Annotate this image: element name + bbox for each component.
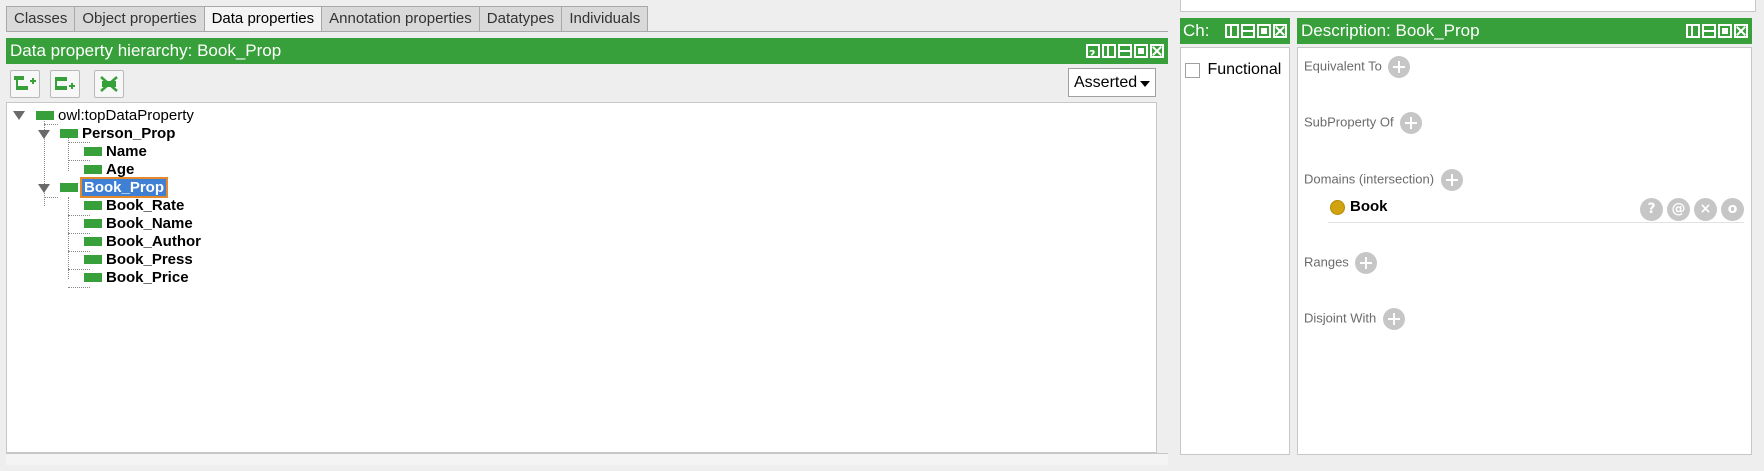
tree-node-root[interactable]: owl:topDataProperty bbox=[36, 107, 194, 125]
add-sibling-property-icon bbox=[55, 77, 75, 90]
tree-node-book-press[interactable]: Book_Press bbox=[84, 251, 193, 269]
domain-entry-label: Book bbox=[1350, 198, 1388, 215]
tree-node-person-prop[interactable]: Person_Prop bbox=[60, 125, 175, 143]
characteristics-header: Ch: bbox=[1180, 18, 1290, 44]
tree-node-book-rate[interactable]: Book_Rate bbox=[84, 197, 184, 215]
ranges-label: Ranges bbox=[1304, 254, 1349, 270]
equivalent-to-section: Equivalent To bbox=[1304, 56, 1411, 78]
tab-divider bbox=[6, 31, 1168, 32]
expand-toggle-icon[interactable] bbox=[13, 111, 25, 120]
data-property-icon bbox=[84, 146, 102, 156]
hierarchy-title: Data property hierarchy: Book_Prop bbox=[10, 41, 282, 60]
tab-bar: Classes Object properties Data propertie… bbox=[6, 6, 649, 32]
tree-node-book-prop[interactable]: Book_Prop bbox=[60, 177, 169, 198]
tab-classes[interactable]: Classes bbox=[6, 6, 76, 32]
hierarchy-view-buttons bbox=[1086, 42, 1164, 64]
tab-data-properties[interactable]: Data properties bbox=[204, 6, 323, 32]
property-tree: owl:topDataProperty Person_Prop Name Age… bbox=[6, 102, 1157, 453]
tree-node-book-price[interactable]: Book_Price bbox=[84, 269, 189, 287]
top-strip bbox=[1180, 0, 1756, 12]
data-property-icon bbox=[84, 236, 102, 246]
functional-checkbox[interactable] bbox=[1185, 62, 1200, 78]
add-sub-property-button[interactable] bbox=[10, 70, 40, 98]
split-view-icon[interactable] bbox=[1686, 24, 1700, 38]
help-icon[interactable] bbox=[1086, 42, 1100, 64]
data-property-icon bbox=[60, 128, 78, 138]
maximize-icon[interactable] bbox=[1257, 24, 1271, 38]
class-icon bbox=[1330, 200, 1345, 215]
add-subproperty-button[interactable] bbox=[1400, 112, 1423, 134]
functional-row: Functional bbox=[1185, 61, 1281, 79]
close-icon[interactable] bbox=[1273, 24, 1287, 38]
characteristics-panel: Functional bbox=[1180, 47, 1290, 455]
disjoint-with-section: Disjoint With bbox=[1304, 308, 1405, 330]
description-title: Description: Book_Prop bbox=[1301, 21, 1480, 40]
domain-entry-row[interactable]: Book ? @ × o bbox=[1328, 195, 1744, 223]
tab-object-properties[interactable]: Object properties bbox=[75, 6, 205, 32]
add-range-button[interactable] bbox=[1355, 252, 1378, 274]
hierarchy-footer bbox=[6, 453, 1168, 465]
delete-property-icon bbox=[100, 76, 118, 92]
description-view-buttons bbox=[1686, 24, 1748, 38]
disjoint-with-label: Disjoint With bbox=[1304, 310, 1377, 326]
add-equivalent-button[interactable] bbox=[1388, 56, 1411, 78]
annotate-button[interactable]: @ bbox=[1667, 198, 1690, 221]
add-sibling-property-button[interactable] bbox=[50, 70, 80, 98]
tree-node-book-author[interactable]: Book_Author bbox=[84, 233, 201, 251]
close-icon[interactable] bbox=[1734, 24, 1748, 38]
expand-toggle-icon[interactable] bbox=[38, 130, 50, 139]
delete-property-button[interactable] bbox=[94, 70, 124, 98]
maximize-icon[interactable] bbox=[1718, 24, 1732, 38]
maximize-icon[interactable] bbox=[1134, 44, 1148, 58]
close-icon[interactable] bbox=[1150, 44, 1164, 58]
hierarchy-mode-select[interactable]: Asserted bbox=[1068, 68, 1156, 97]
tree-node-book-name[interactable]: Book_Name bbox=[84, 215, 193, 233]
delete-button[interactable]: × bbox=[1694, 198, 1717, 221]
minimize-icon[interactable] bbox=[1702, 24, 1716, 38]
split-view-icon[interactable] bbox=[1102, 44, 1116, 58]
data-property-icon bbox=[36, 110, 54, 120]
tab-individuals[interactable]: Individuals bbox=[562, 6, 649, 32]
explain-button[interactable]: ? bbox=[1640, 198, 1663, 221]
characteristics-title: Ch: bbox=[1183, 21, 1210, 40]
split-view-icon[interactable] bbox=[1225, 24, 1239, 38]
domains-label: Domains (intersection) bbox=[1304, 171, 1435, 187]
description-panel: Equivalent To SubProperty Of Domains (in… bbox=[1297, 47, 1752, 455]
add-sub-property-icon bbox=[14, 76, 36, 90]
expand-toggle-icon[interactable] bbox=[38, 184, 50, 193]
data-property-icon bbox=[60, 182, 78, 192]
minimize-icon[interactable] bbox=[1118, 44, 1132, 58]
minimize-icon[interactable] bbox=[1241, 24, 1255, 38]
tree-node-name[interactable]: Name bbox=[84, 143, 147, 161]
tree-node-age[interactable]: Age bbox=[84, 161, 134, 179]
characteristics-view-buttons bbox=[1225, 24, 1287, 38]
ranges-section: Ranges bbox=[1304, 252, 1378, 274]
equivalent-to-label: Equivalent To bbox=[1304, 58, 1382, 74]
subproperty-of-label: SubProperty Of bbox=[1304, 114, 1394, 130]
tab-datatypes[interactable]: Datatypes bbox=[479, 6, 563, 32]
domains-section: Domains (intersection) bbox=[1304, 169, 1463, 191]
add-domain-button[interactable] bbox=[1440, 169, 1463, 191]
functional-label: Functional bbox=[1207, 61, 1282, 78]
edit-button[interactable]: o bbox=[1721, 198, 1744, 221]
hierarchy-mode-value: Asserted bbox=[1074, 74, 1138, 91]
data-property-icon bbox=[84, 218, 102, 228]
add-disjoint-button[interactable] bbox=[1382, 308, 1405, 330]
hierarchy-header: Data property hierarchy: Book_Prop bbox=[6, 38, 1168, 64]
description-header: Description: Book_Prop bbox=[1297, 18, 1752, 44]
domain-entry-actions: ? @ × o bbox=[1640, 198, 1744, 221]
chevron-down-icon bbox=[1140, 81, 1150, 87]
data-property-icon bbox=[84, 254, 102, 264]
data-property-icon bbox=[84, 272, 102, 282]
subproperty-of-section: SubProperty Of bbox=[1304, 112, 1423, 134]
data-property-icon bbox=[84, 164, 102, 174]
data-property-icon bbox=[84, 200, 102, 210]
tab-annotation-properties[interactable]: Annotation properties bbox=[322, 6, 480, 32]
